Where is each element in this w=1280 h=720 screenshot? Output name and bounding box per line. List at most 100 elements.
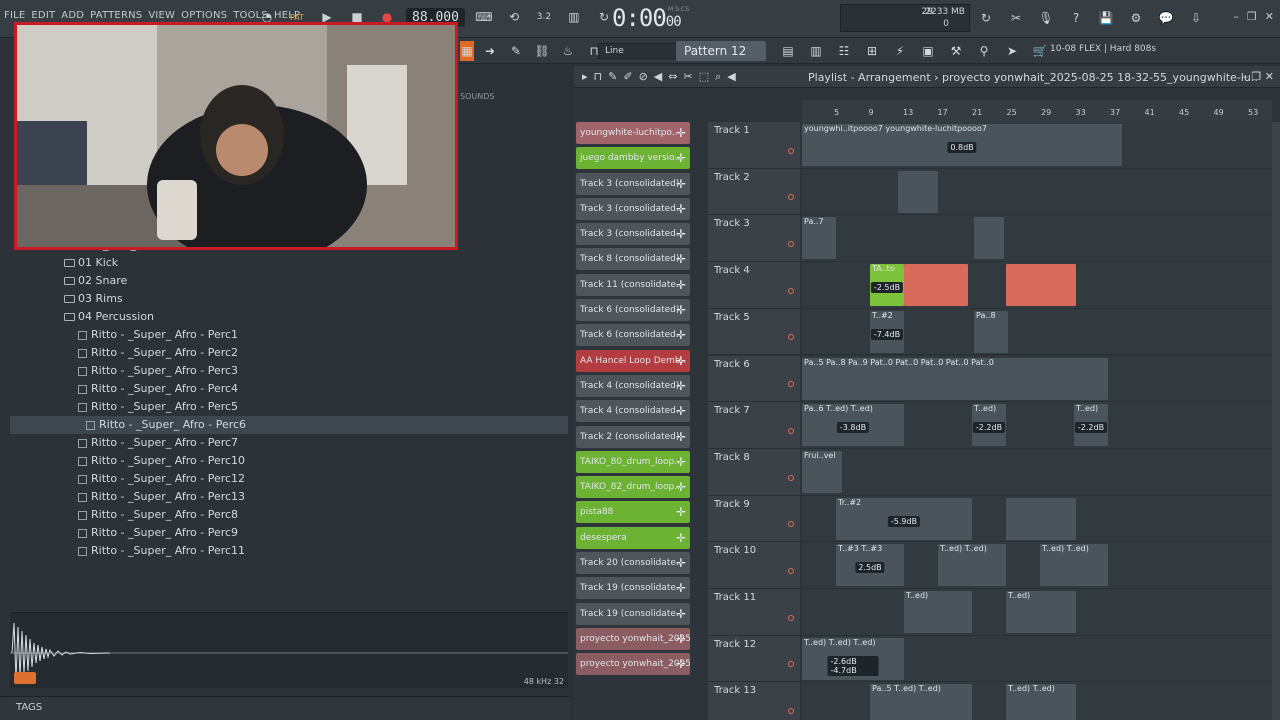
audio-clip[interactable]: T..ed) T..ed) [1006, 684, 1076, 720]
timeline-ruler[interactable]: 5 9 13 17 21 25 29 33 37 41 45 49 53 [802, 100, 1272, 122]
track-mute-icon[interactable] [788, 147, 794, 154]
restore-icon[interactable]: ❐ [1247, 10, 1257, 23]
clip-source-item[interactable]: pista88 ✛ [576, 501, 690, 524]
track-header[interactable]: Track 9 [708, 495, 800, 542]
track-lane[interactable]: T..ed) T..ed) T..ed) -2.6dB -4.7dB [802, 635, 1272, 682]
piano-icon[interactable]: ⊞ [862, 41, 882, 61]
track-lane[interactable]: youngwhi..itpoooo7 youngwhite-luchitpooo… [802, 122, 1272, 168]
browser-folder[interactable]: 01 Kick [10, 254, 568, 272]
track-lane[interactable]: Frui..vel [802, 448, 1272, 495]
browser-file[interactable]: Ritto - _Super_ Afro - Perc10 [10, 452, 568, 470]
minimize-icon[interactable]: – [1233, 10, 1239, 23]
audio-clip[interactable]: T..ed) [904, 591, 972, 633]
pattern-selector[interactable]: Pattern 12 [676, 41, 766, 61]
browser-folder[interactable]: 02 Snare [10, 272, 568, 290]
track-mute-icon[interactable] [788, 661, 794, 668]
browser-file[interactable]: Ritto - _Super_ Afro - Perc7 [10, 434, 568, 452]
clip-source-item[interactable]: Track 2 (consolidated) ✛ [576, 425, 690, 448]
track-lane[interactable]: T..ed) T..ed) [802, 589, 1272, 635]
mic-icon[interactable]: 🎙 [1034, 6, 1058, 30]
close-icon[interactable]: ✕ [1265, 10, 1274, 23]
audio-clip[interactable] [1006, 264, 1076, 307]
audio-clip[interactable]: T..ed) -2.2dB [972, 404, 1006, 447]
track-header[interactable]: Track 4 [708, 262, 800, 308]
piano-roll-icon[interactable]: ▦ [460, 41, 474, 61]
audio-clip[interactable] [904, 264, 968, 307]
playlist-close-icon[interactable]: – ❐ ✕ [1242, 70, 1274, 83]
audio-clip[interactable]: Pa..5 T..ed) T..ed) [870, 684, 972, 720]
audio-clip[interactable]: T..ed) [1006, 591, 1076, 633]
slice-tool-icon[interactable]: ✂ [683, 70, 692, 84]
browser-file[interactable]: Ritto - _Super_ Afro - Perc12 [10, 470, 568, 488]
browser-tab-sounds[interactable]: SOUNDS [460, 92, 494, 101]
paint-tool-icon[interactable]: ✐ [623, 70, 632, 84]
draw-tool-icon[interactable]: ✎ [608, 70, 617, 84]
browser-file[interactable]: Ritto - _Super_ Afro - Perc3 [10, 362, 568, 380]
menu-add[interactable]: ADD [61, 10, 84, 21]
chat-icon[interactable]: 💬 [1154, 6, 1178, 30]
snap-select[interactable]: Line [598, 43, 678, 59]
track-mute-icon[interactable] [788, 427, 794, 434]
vertical-scrollbar[interactable] [1272, 122, 1280, 720]
download-icon[interactable]: ⇩ [1184, 6, 1208, 30]
mixer-icon[interactable]: ⚙ [1124, 6, 1148, 30]
mixer-view-icon[interactable]: ☷ [834, 41, 854, 61]
clip-source-item[interactable]: youngwhite-luchitpo.. ✛ [576, 122, 690, 144]
audio-clip[interactable]: Frui..vel [802, 450, 842, 493]
playback-tool-icon[interactable]: ◀ [727, 70, 735, 84]
track-mute-icon[interactable] [788, 567, 794, 574]
menu-view[interactable]: VIEW [148, 10, 175, 21]
audio-clip[interactable]: T..ed) T..ed) [938, 544, 1006, 587]
track-header[interactable]: Track 11 [708, 589, 800, 635]
cut-icon[interactable]: ✂ [1004, 6, 1028, 30]
save-icon[interactable]: 💾 [1094, 6, 1118, 30]
browser-file[interactable]: Ritto - _Super_ Afro - Perc1 [10, 326, 568, 344]
cable-icon[interactable]: ⚲ [974, 41, 994, 61]
audio-clip[interactable]: T..ed) -2.2dB [1074, 404, 1108, 447]
audio-clip[interactable]: T..ed) T..ed) [1040, 544, 1108, 587]
clip-source-item[interactable]: Track 3 (consolidated.. ✛ [576, 223, 690, 246]
clip-source-item[interactable]: Track 6 (consolidated) ✛ [576, 299, 690, 322]
audio-clip[interactable] [898, 170, 938, 213]
clip-source-item[interactable]: Track 4 (consolidated.. ✛ [576, 400, 690, 423]
clip-source-item[interactable]: Track 4 (consolidated) ✛ [576, 374, 690, 397]
clip-source-item[interactable]: Track 3 (consolidated.. ✛ [576, 197, 690, 220]
clip-source-item[interactable]: proyecto yonwhait_2025-.. ✛ [576, 653, 690, 676]
typing-keyboard-icon[interactable]: ⌨ [473, 6, 495, 28]
audio-clip[interactable]: Tr..#2 -5.9dB [836, 497, 972, 540]
audio-clip[interactable]: Pa..7 [802, 217, 836, 260]
track-header[interactable]: Track 2 [708, 168, 800, 215]
track-lane[interactable] [802, 168, 1272, 215]
audio-clip[interactable]: TA..to -2.5dB [870, 264, 904, 307]
select-tool-icon[interactable]: ⬚ [699, 70, 709, 84]
clip-source-item[interactable]: TAIKO_80_drum_loop.. ✛ [576, 450, 690, 473]
track-mute-icon[interactable] [788, 194, 794, 201]
browser-file[interactable]: Ritto - _Super_ Afro - Perc5 [10, 398, 568, 416]
track-header[interactable]: Track 13 [708, 682, 800, 720]
playlist-icon[interactable]: ▤ [778, 41, 798, 61]
preset-name[interactable]: 10-08 FLEX | Hard 808s [1050, 44, 1156, 54]
track-mute-icon[interactable] [788, 381, 794, 388]
audio-clip[interactable] [1006, 497, 1076, 540]
beat-counter[interactable]: 3.2 [533, 6, 555, 28]
track-mute-icon[interactable] [788, 474, 794, 481]
track-mute-icon[interactable] [788, 614, 794, 621]
audio-clip[interactable]: Pa..5 Pa..8 Pa..9 Pat..0 Pat..0 Pat..0 P… [802, 357, 1108, 400]
track-header[interactable]: Track 1 [708, 122, 800, 168]
track-lane[interactable]: Tr..#2 -5.9dB [802, 495, 1272, 542]
preview-play-button[interactable] [14, 672, 36, 684]
pen-icon[interactable]: ✎ [506, 41, 526, 61]
clip-source-item[interactable]: Track 19 (consolidate.. ✛ [576, 577, 690, 600]
audio-clip[interactable]: youngwhi..itpoooo7 youngwhite-luchitpooo… [802, 124, 1122, 166]
track-header[interactable]: Track 3 [708, 215, 800, 262]
clip-source-item[interactable]: Track 19 (consolidate.. ✛ [576, 602, 690, 625]
arrow-icon[interactable]: ➤ [1002, 41, 1022, 61]
menu-patterns[interactable]: PATTERNS [90, 10, 142, 21]
sample-preview[interactable]: 48 kHz 32 [10, 612, 568, 688]
zoom-tool-icon[interactable]: ⌕ [715, 70, 721, 84]
track-header[interactable]: Track 12 [708, 635, 800, 682]
delete-tool-icon[interactable]: ⊘ [639, 70, 648, 84]
help-icon[interactable]: ? [1064, 6, 1088, 30]
audio-clip[interactable]: T..ed) T..ed) T..ed) -2.6dB -4.7dB [802, 637, 904, 680]
audio-clip[interactable]: T..#2 -7.4dB [870, 310, 904, 353]
